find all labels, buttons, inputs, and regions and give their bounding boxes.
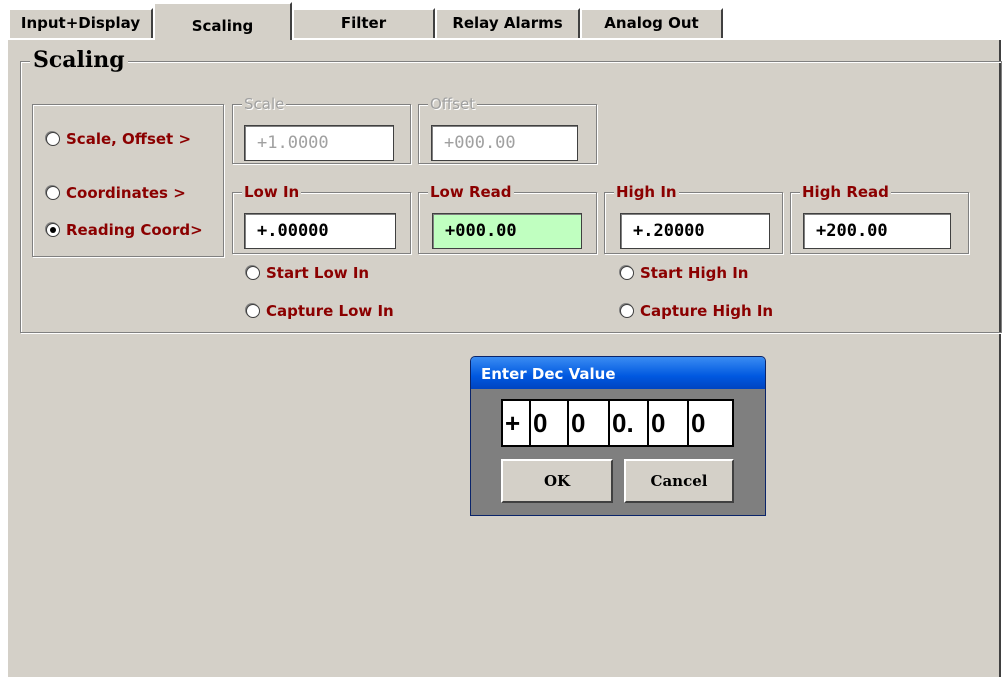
radio-selected-icon	[46, 223, 60, 237]
low-in-label: Low In	[242, 183, 302, 201]
low-read-label: Low Read	[428, 183, 514, 201]
low-read-field[interactable]: +000.00	[432, 213, 582, 249]
dialog-title[interactable]: Enter Dec Value	[471, 357, 765, 389]
radio-circle-icon	[46, 132, 60, 146]
high-read-label: High Read	[800, 183, 891, 201]
radio-circle-icon	[620, 266, 634, 280]
digit-cell[interactable]: 0.	[610, 401, 649, 445]
tab-filter[interactable]: Filter	[292, 8, 435, 38]
radio-circle-icon	[46, 186, 60, 200]
offset-label: Offset	[428, 95, 478, 113]
offset-field: +000.00	[431, 125, 578, 161]
group-title: Scaling	[30, 46, 128, 74]
tab-scaling[interactable]: Scaling	[153, 2, 292, 40]
radio-label: Capture Low In	[266, 302, 394, 320]
radio-capture-low-in[interactable]: Capture Low In	[246, 302, 394, 320]
digit-sign[interactable]: +	[503, 401, 531, 445]
radio-circle-icon	[246, 304, 260, 318]
radio-reading-coord[interactable]: Reading Coord>	[46, 221, 203, 239]
enter-dec-value-dialog: Enter Dec Value + 0 0 0. 0 0 OK Cancel	[470, 356, 766, 516]
radio-label: Coordinates >	[66, 184, 186, 202]
radio-scale-offset[interactable]: Scale, Offset >	[46, 130, 191, 148]
high-read-field[interactable]: +200.00	[803, 213, 951, 249]
radio-label: Reading Coord>	[66, 221, 203, 239]
high-in-label: High In	[614, 183, 679, 201]
radio-circle-icon	[246, 266, 260, 280]
high-in-field[interactable]: +.20000	[620, 213, 770, 249]
digit-cell[interactable]: 0	[569, 401, 610, 445]
radio-capture-high-in[interactable]: Capture High In	[620, 302, 773, 320]
radio-coordinates[interactable]: Coordinates >	[46, 184, 186, 202]
radio-label: Start High In	[640, 264, 749, 282]
scale-label: Scale	[242, 95, 287, 113]
cancel-button[interactable]: Cancel	[624, 459, 734, 503]
ok-button[interactable]: OK	[501, 459, 613, 503]
tab-input-display[interactable]: Input+Display	[8, 8, 153, 38]
radio-label: Capture High In	[640, 302, 774, 320]
tab-relay-alarms[interactable]: Relay Alarms	[435, 8, 580, 38]
digit-cell[interactable]: 0	[649, 401, 689, 445]
low-in-field[interactable]: +.00000	[244, 213, 396, 249]
scale-field: +1.0000	[244, 125, 394, 161]
tab-bar: Input+Display Scaling Filter Relay Alarm…	[0, 0, 1003, 40]
radio-start-low-in[interactable]: Start Low In	[246, 264, 369, 282]
tab-analog-out[interactable]: Analog Out	[580, 8, 723, 38]
radio-start-high-in[interactable]: Start High In	[620, 264, 748, 282]
digit-cell[interactable]: 0	[531, 401, 569, 445]
radio-label: Scale, Offset >	[66, 130, 192, 148]
radio-circle-icon	[620, 304, 634, 318]
radio-label: Start Low In	[266, 264, 370, 282]
digit-cell[interactable]: 0	[689, 401, 732, 445]
digit-entry: + 0 0 0. 0 0	[501, 399, 734, 447]
